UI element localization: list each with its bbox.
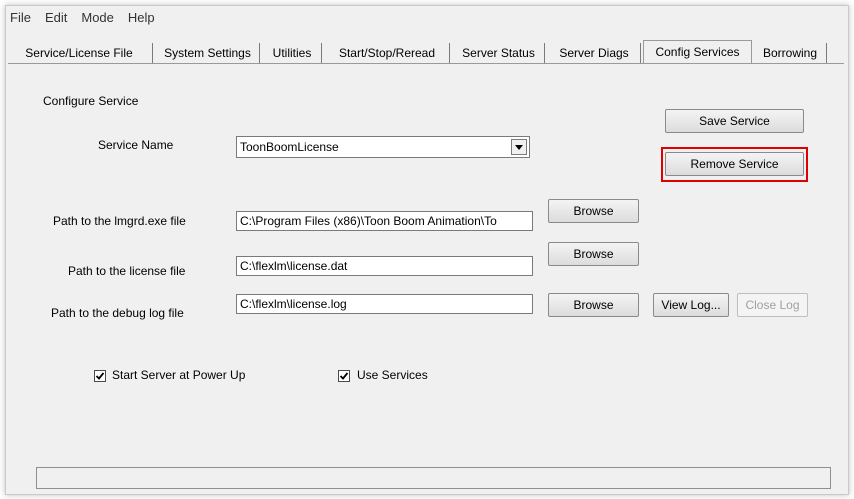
tab-config-services[interactable]: Config Services [643, 40, 752, 65]
menu-bar: File Edit Mode Help [6, 6, 848, 28]
menu-file[interactable]: File [6, 10, 38, 25]
browse-lmgrd-button[interactable]: Browse [548, 199, 639, 223]
checkmark-icon [95, 372, 105, 380]
use-services-label[interactable]: Use Services [357, 368, 428, 382]
tab-server-status[interactable]: Server Status [453, 43, 545, 63]
tab-start-stop-reread[interactable]: Start/Stop/Reread [325, 43, 450, 63]
use-services-checkbox[interactable] [338, 370, 350, 382]
start-at-power-up-checkbox[interactable] [94, 370, 106, 382]
browse-license-button[interactable]: Browse [548, 242, 639, 266]
debug-log-path-input[interactable]: C:\flexlm\license.log [236, 294, 533, 314]
license-path-label: Path to the license file [68, 264, 186, 278]
status-bar [36, 467, 831, 489]
view-log-button[interactable]: View Log... [653, 293, 729, 317]
browse-debug-log-button[interactable]: Browse [548, 293, 639, 317]
configure-service-title: Configure Service [43, 94, 139, 108]
license-path-input[interactable]: C:\flexlm\license.dat [236, 256, 533, 276]
menu-help[interactable]: Help [121, 10, 162, 25]
service-name-combo[interactable]: ToonBoomLicense [236, 136, 530, 158]
start-at-power-up-label[interactable]: Start Server at Power Up [112, 368, 245, 382]
tab-service-license-file[interactable]: Service/License File [6, 43, 153, 63]
tab-strip: Service/License File System Settings Uti… [6, 40, 848, 65]
lmgrd-path-input[interactable]: C:\Program Files (x86)\Toon Boom Animati… [236, 211, 533, 231]
tab-server-diags[interactable]: Server Diags [548, 43, 641, 63]
chevron-down-icon[interactable] [511, 139, 527, 155]
menu-mode[interactable]: Mode [74, 10, 121, 25]
lmgrd-path-label: Path to the lmgrd.exe file [53, 214, 186, 228]
save-service-button[interactable]: Save Service [665, 109, 804, 133]
config-services-panel: Configure Service Service Name ToonBoomL… [8, 63, 844, 447]
menu-edit[interactable]: Edit [38, 10, 74, 25]
debug-log-path-label: Path to the debug log file [51, 306, 184, 320]
tab-system-settings[interactable]: System Settings [156, 43, 260, 63]
checkmark-icon [339, 372, 349, 380]
tab-borrowing[interactable]: Borrowing [754, 43, 827, 63]
highlight-box [661, 147, 808, 182]
tab-utilities[interactable]: Utilities [263, 43, 322, 63]
service-name-label: Service Name [98, 138, 174, 152]
service-name-value: ToonBoomLicense [240, 140, 339, 154]
lmtools-window: File Edit Mode Help Service/License File… [5, 5, 849, 495]
close-log-button[interactable]: Close Log [737, 293, 808, 317]
